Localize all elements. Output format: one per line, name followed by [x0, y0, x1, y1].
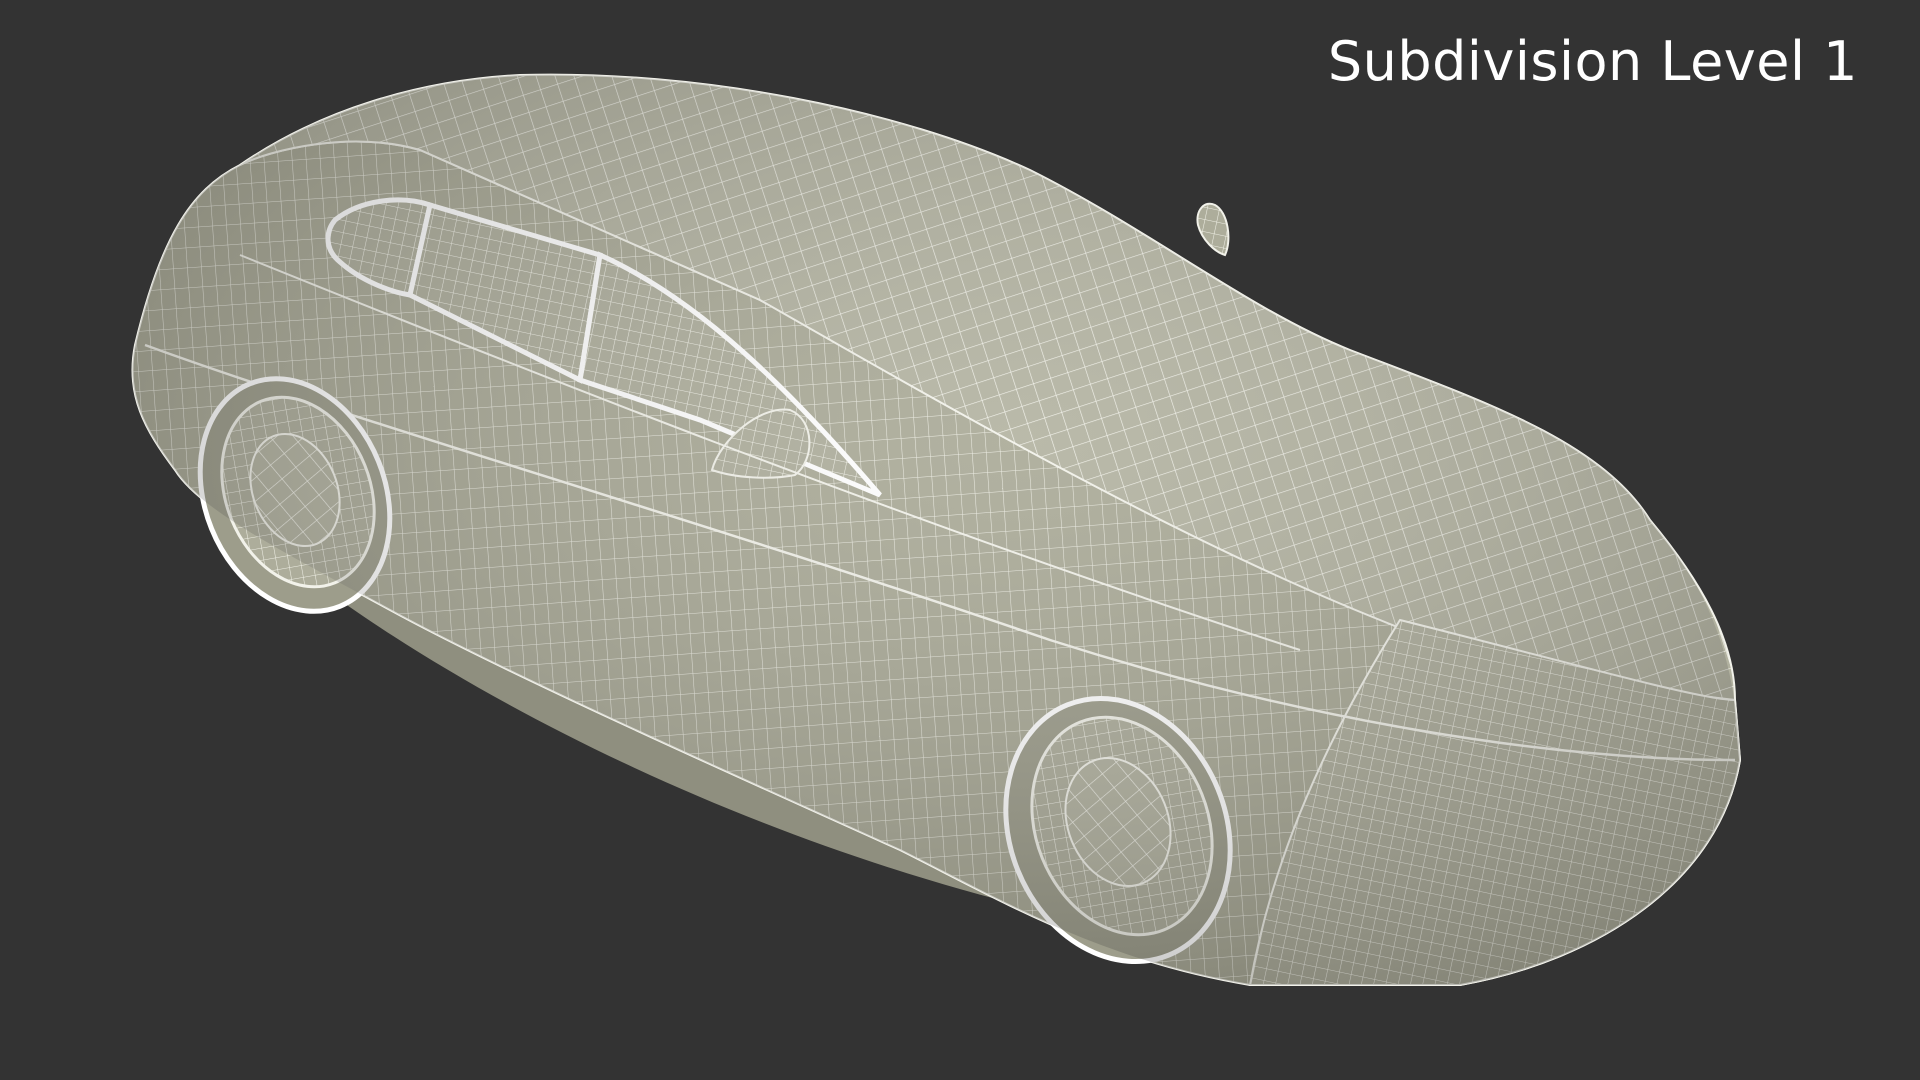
- car-wireframe-render: [131, 73, 1742, 986]
- viewport: Subdivision Level 1: [0, 0, 1920, 1080]
- render-label: Subdivision Level 1: [1327, 30, 1858, 93]
- car-mirror-right: [1196, 202, 1230, 257]
- car-shading: [132, 74, 1741, 986]
